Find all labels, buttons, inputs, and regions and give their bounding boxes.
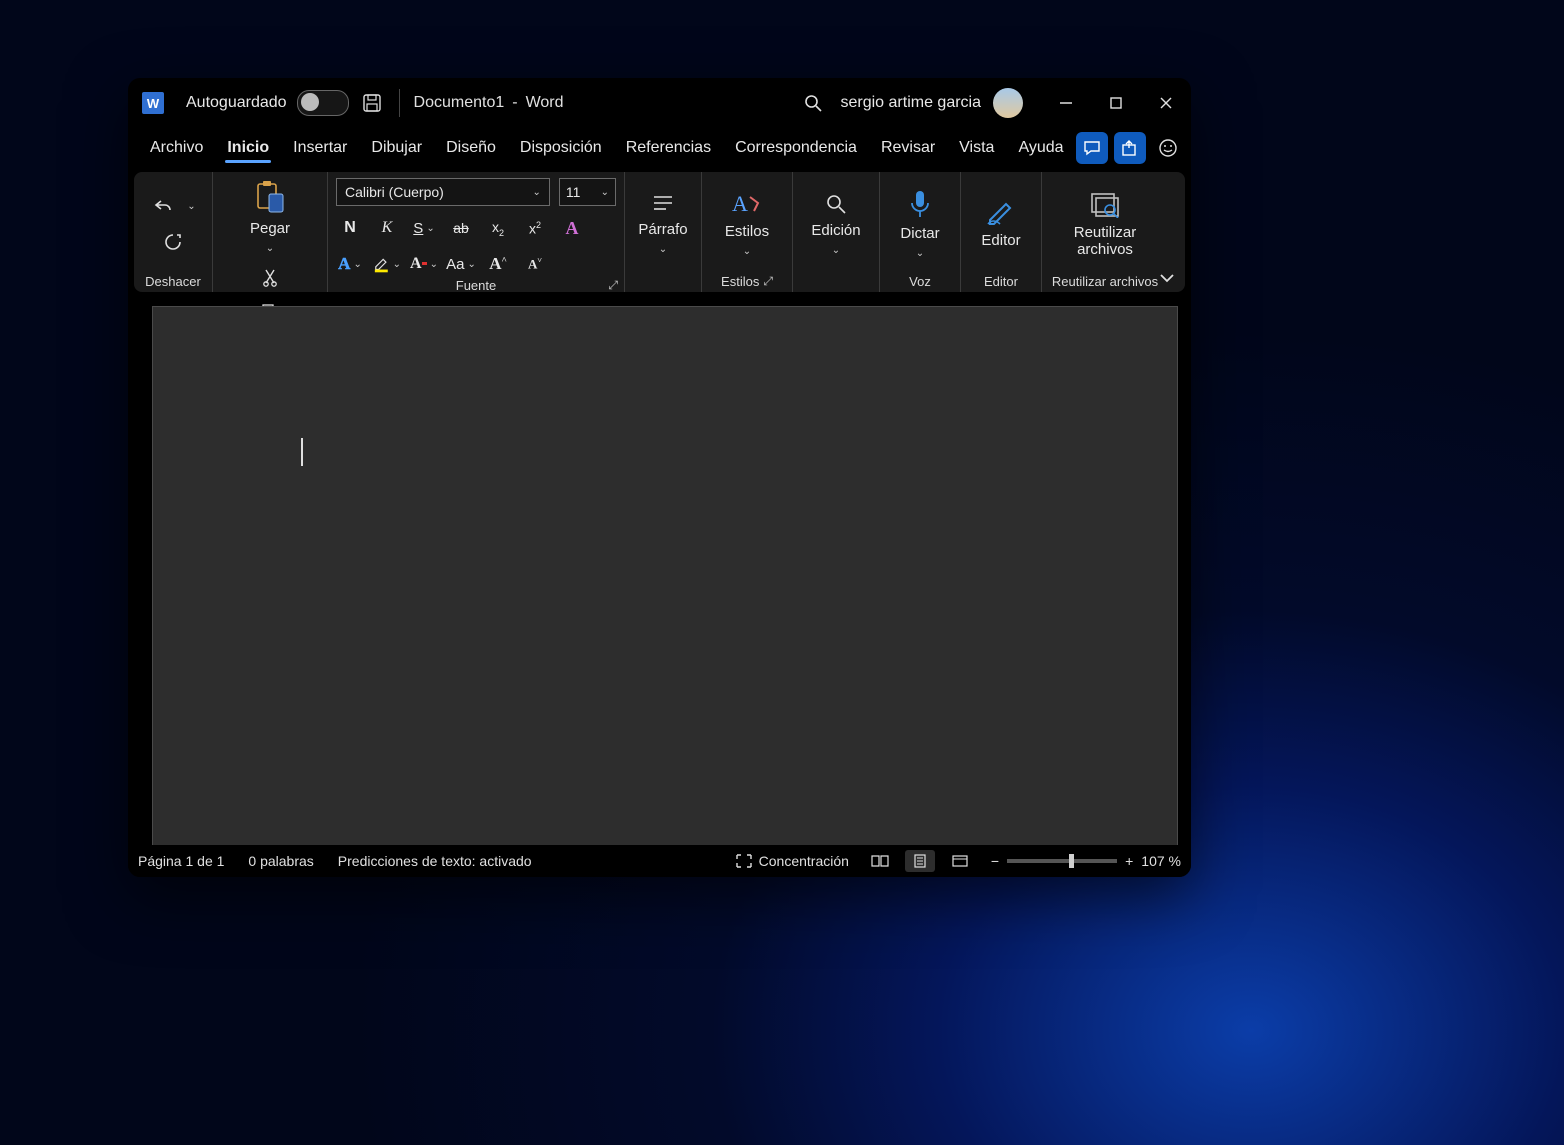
document-title[interactable]: Documento1 - Word — [414, 94, 564, 112]
word-count[interactable]: 0 palabras — [248, 853, 313, 869]
cut-button[interactable] — [256, 264, 284, 292]
app-name: Word — [526, 94, 564, 112]
shrink-font-button[interactable]: A˅ — [521, 250, 549, 278]
print-layout-button[interactable] — [905, 850, 935, 872]
reuse-group-label: Reutilizar archivos — [1052, 270, 1158, 292]
tab-vista[interactable]: Vista — [947, 133, 1006, 163]
comments-button[interactable] — [1076, 132, 1108, 164]
tab-insertar[interactable]: Insertar — [281, 133, 359, 163]
redo-button[interactable] — [159, 228, 187, 256]
zoom-out-button[interactable]: − — [991, 853, 999, 869]
underline-button[interactable]: S⌄ — [410, 214, 438, 242]
tab-diseno[interactable]: Diseño — [434, 133, 508, 163]
tab-revisar[interactable]: Revisar — [869, 133, 947, 163]
voice-group-label: Voz — [909, 270, 931, 292]
account-button[interactable]: sergio artime garcia — [841, 88, 1024, 118]
font-name-combo[interactable]: Calibri (Cuerpo)⌄ — [336, 178, 550, 206]
editor-button[interactable]: Editor — [967, 196, 1035, 251]
grow-font-button[interactable]: A˄ — [484, 250, 512, 278]
search-button[interactable] — [803, 93, 823, 113]
italic-button[interactable]: K — [373, 214, 401, 242]
autosave-label: Autoguardado — [186, 94, 287, 112]
svg-text:A: A — [732, 191, 748, 216]
font-color-outline-button[interactable]: A⌄ — [336, 250, 364, 278]
word-app-icon: W — [142, 92, 164, 114]
word-window: W Autoguardado Documento1 - Word sergio … — [128, 78, 1191, 877]
zoom-slider[interactable] — [1007, 859, 1117, 863]
ribbon: ⌄ Deshacer Pegar ⌄ — [134, 172, 1185, 292]
ribbon-tabs: Archivo Inicio Insertar Dibujar Diseño D… — [128, 128, 1191, 168]
save-button[interactable] — [359, 93, 385, 113]
avatar — [993, 88, 1023, 118]
subscript-button[interactable]: x2 — [484, 214, 512, 242]
tab-inicio[interactable]: Inicio — [215, 133, 281, 163]
minimize-button[interactable] — [1041, 78, 1091, 128]
font-group-label: Fuente — [456, 278, 496, 293]
page-indicator[interactable]: Página 1 de 1 — [138, 853, 224, 869]
tab-archivo[interactable]: Archivo — [138, 133, 215, 163]
font-color-button[interactable]: A⌄ — [410, 250, 438, 278]
maximize-button[interactable] — [1091, 78, 1141, 128]
tab-ayuda[interactable]: Ayuda — [1006, 133, 1075, 163]
superscript-button[interactable]: x2 — [521, 214, 549, 242]
feedback-button[interactable] — [1152, 132, 1184, 164]
read-mode-button[interactable] — [865, 850, 895, 872]
tab-dibujar[interactable]: Dibujar — [359, 133, 434, 163]
status-bar: Página 1 de 1 0 palabras Predicciones de… — [128, 845, 1191, 877]
focus-mode-button[interactable]: Concentración — [735, 853, 849, 869]
font-dialog-launcher[interactable]: ⤢ — [608, 278, 618, 293]
text-cursor — [301, 438, 303, 466]
document-name: Documento1 — [414, 94, 505, 112]
undo-dropdown[interactable]: ⌄ — [187, 201, 195, 212]
text-predictions[interactable]: Predicciones de texto: activado — [338, 853, 532, 869]
share-button[interactable] — [1114, 132, 1146, 164]
bold-button[interactable]: N — [336, 214, 364, 242]
undo-button[interactable] — [150, 192, 178, 220]
user-name: sergio artime garcia — [841, 94, 982, 112]
highlight-button[interactable]: ⌄ — [373, 250, 401, 278]
paste-button[interactable]: Pegar ⌄ — [236, 178, 304, 256]
font-size-combo[interactable]: 11⌄ — [559, 178, 616, 206]
tab-referencias[interactable]: Referencias — [614, 133, 723, 163]
autosave-toggle[interactable] — [297, 90, 349, 116]
undo-group-label: Deshacer — [145, 270, 201, 292]
styles-button[interactable]: A Estilos ⌄ — [713, 189, 781, 259]
reuse-files-button[interactable]: Reutilizar archivos — [1050, 188, 1160, 261]
strikethrough-button[interactable]: ab — [447, 214, 475, 242]
zoom-in-button[interactable]: + — [1125, 853, 1133, 869]
styles-dialog-launcher[interactable]: ⤢ — [763, 274, 773, 289]
paragraph-button[interactable]: Párrafo ⌄ — [629, 191, 697, 257]
zoom-level[interactable]: 107 % — [1141, 853, 1181, 869]
tab-disposicion[interactable]: Disposición — [508, 133, 614, 163]
editor-group-label: Editor — [984, 270, 1018, 292]
close-button[interactable] — [1141, 78, 1191, 128]
collapse-ribbon-button[interactable] — [1159, 272, 1175, 284]
styles-group-label: Estilos — [721, 274, 759, 289]
text-effects-button[interactable]: A — [558, 214, 586, 242]
document-area[interactable] — [128, 306, 1191, 845]
tab-correspondencia[interactable]: Correspondencia — [723, 133, 869, 163]
document-page[interactable] — [152, 306, 1178, 845]
editing-button[interactable]: Edición ⌄ — [802, 190, 870, 258]
change-case-button[interactable]: Aa⌄ — [447, 250, 475, 278]
title-bar: W Autoguardado Documento1 - Word sergio … — [128, 78, 1191, 128]
web-layout-button[interactable] — [945, 850, 975, 872]
dictate-button[interactable]: Dictar ⌄ — [886, 187, 954, 261]
